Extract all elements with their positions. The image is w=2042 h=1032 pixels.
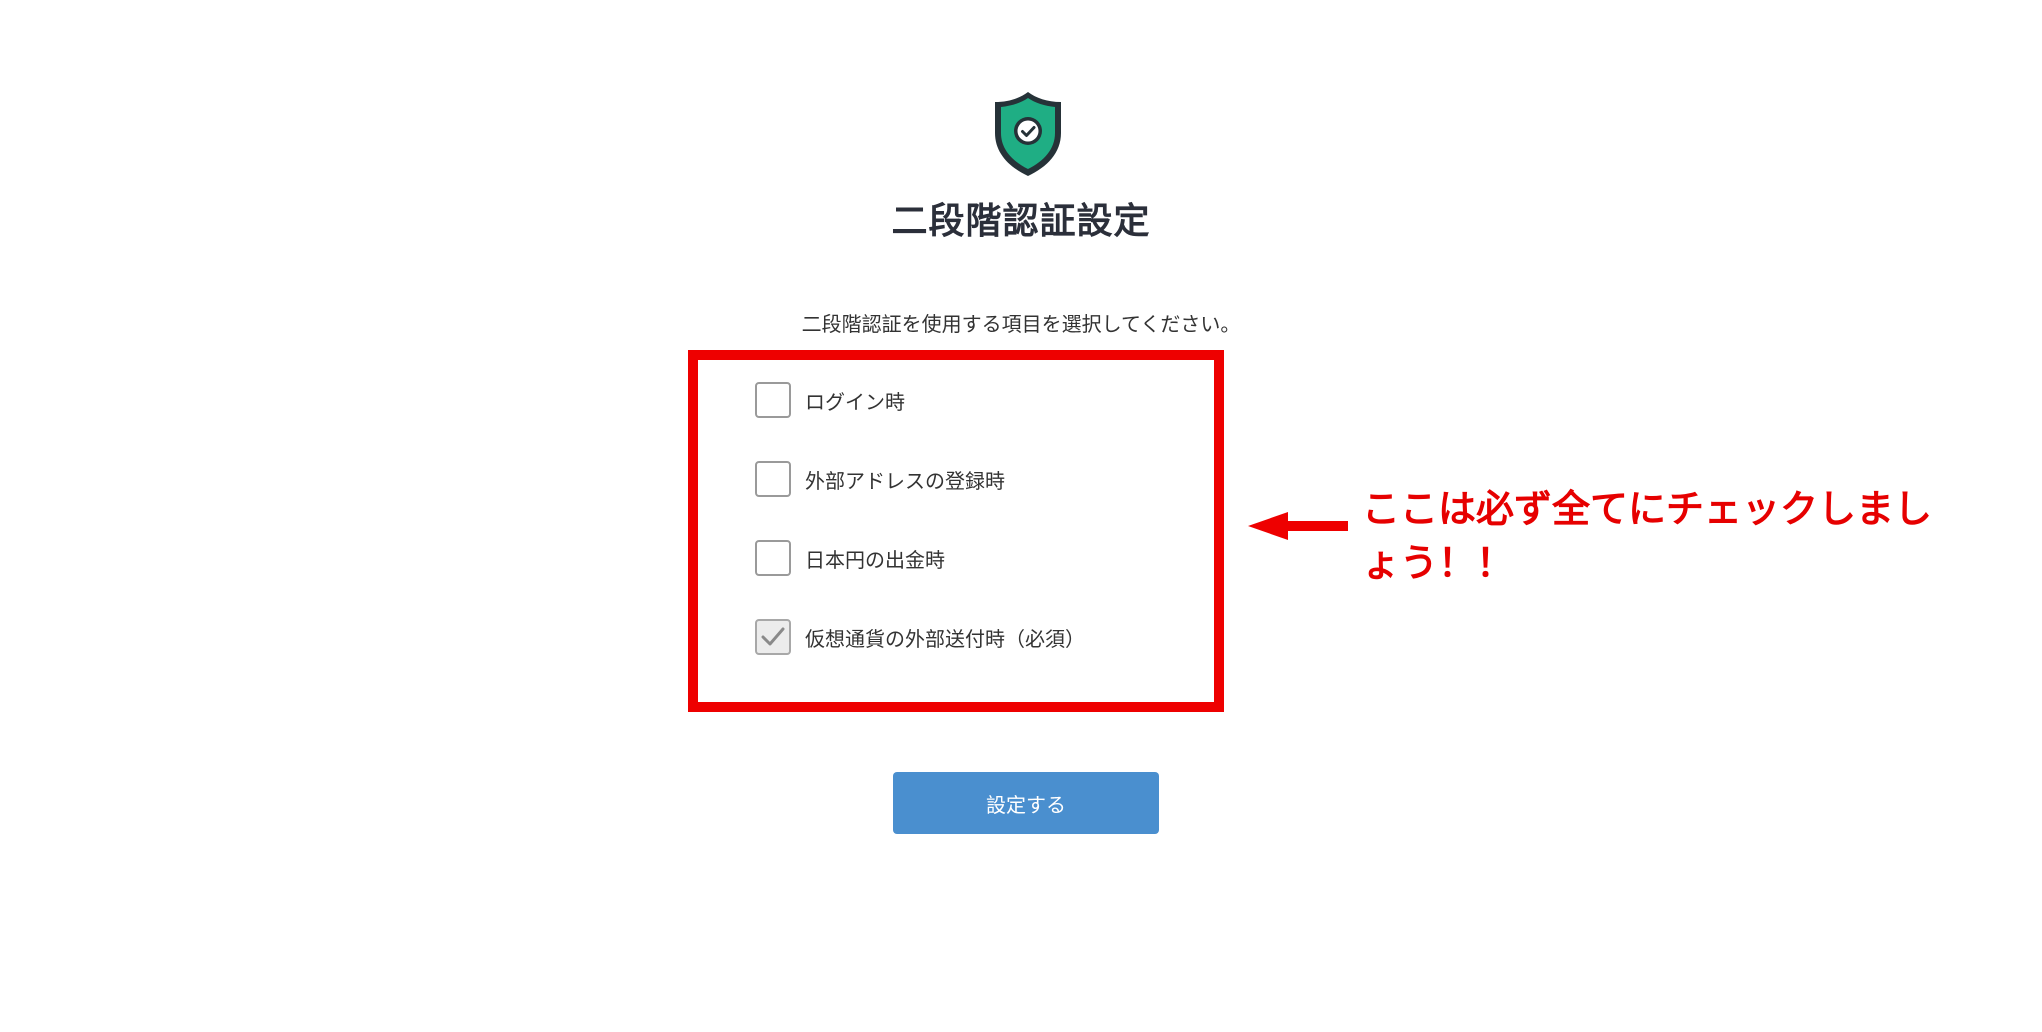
arrow-left-icon	[1248, 512, 1348, 540]
submit-button[interactable]: 設定する	[893, 772, 1159, 834]
highlight-box	[688, 350, 1224, 712]
instruction-text: 二段階認証を使用する項目を選択してください。	[801, 312, 1241, 336]
page-title: 二段階認証設定	[891, 201, 1151, 242]
annotation-text: ここは必ず全てにチェックしましょう！！	[1362, 487, 1933, 585]
shield-check-icon	[995, 92, 1061, 176]
